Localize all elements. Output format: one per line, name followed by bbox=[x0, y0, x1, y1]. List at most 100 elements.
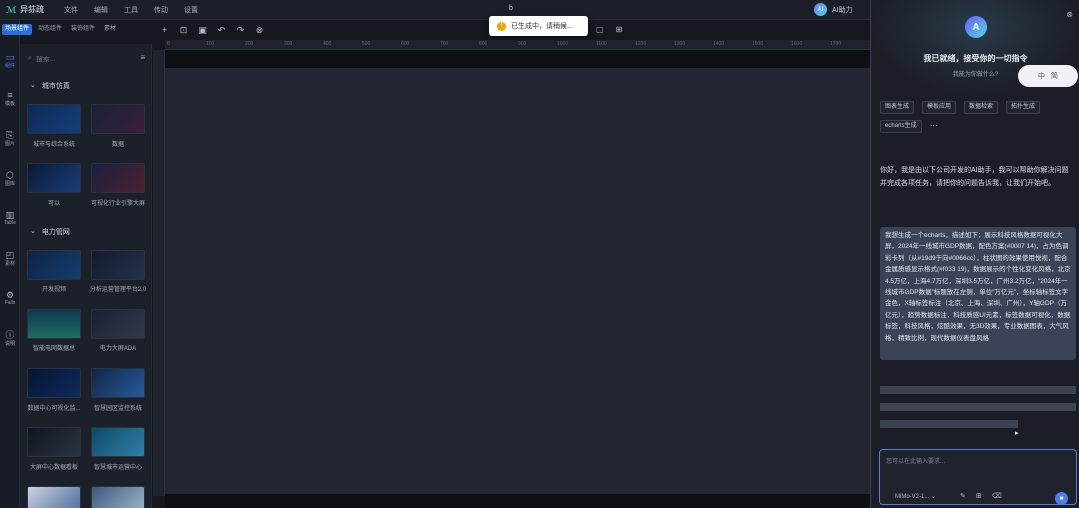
lang-simplified[interactable]: 简 bbox=[1051, 71, 1058, 81]
tab-decor-components[interactable]: 装饰组件 bbox=[68, 24, 98, 35]
save-icon[interactable]: ⊡ bbox=[174, 25, 193, 36]
ruler-tick-label: 1600 bbox=[791, 41, 803, 47]
model-select[interactable]: MiMo-V2-1... ⌄ bbox=[895, 493, 936, 500]
rail-materials[interactable]: ◰ 素材 bbox=[0, 250, 20, 267]
template-thumb[interactable] bbox=[91, 104, 145, 134]
language-toggle[interactable]: 中 简 bbox=[1018, 65, 1078, 87]
rail-fails[interactable]: ⚙ Fails bbox=[0, 290, 20, 306]
menu-file[interactable]: 文件 bbox=[56, 5, 86, 15]
ruler-tick-label: 1000 bbox=[557, 41, 569, 47]
thumb-label: 分析运营管理平台2.0 bbox=[89, 287, 147, 293]
tab-dynamic-components[interactable]: 动态组件 bbox=[35, 24, 65, 35]
app-logo[interactable]: ℳ 异荪疏 bbox=[0, 4, 56, 15]
add-icon[interactable]: + bbox=[155, 25, 174, 35]
ruler-tick-label: 900 bbox=[518, 41, 527, 47]
menu-icon[interactable]: ≡ bbox=[140, 53, 145, 62]
info-icon: ⓘ bbox=[5, 330, 15, 340]
ruler-tick-label: 1200 bbox=[635, 41, 647, 47]
monitor-icon: ▭ bbox=[5, 52, 15, 62]
top-bar: ℳ 异荪疏 文件 编辑 工具 传动 设置 b AI AI助力 bbox=[0, 0, 870, 20]
ai-assist-button[interactable]: AI AI助力 bbox=[814, 3, 853, 16]
user-message: 我想生成一个echarts，描述如下：展示科技风格数据可视化大屏，2024年一线… bbox=[880, 227, 1076, 360]
ruler-tick-label: 700 bbox=[440, 41, 449, 47]
menu-drive[interactable]: 传动 bbox=[146, 5, 176, 15]
tab-materials[interactable]: 素材 bbox=[101, 24, 119, 35]
rail-templates[interactable]: ≡ 模板 bbox=[0, 90, 20, 107]
search-box[interactable]: ⌕ bbox=[28, 52, 136, 66]
list-icon: ≡ bbox=[7, 90, 13, 100]
design-canvas[interactable] bbox=[165, 68, 870, 496]
frame-icon[interactable]: ▢ bbox=[596, 25, 604, 34]
search-input[interactable] bbox=[35, 55, 126, 63]
template-thumb[interactable] bbox=[91, 368, 145, 398]
menu-tools[interactable]: 工具 bbox=[116, 5, 146, 15]
app-name: 异荪疏 bbox=[20, 5, 44, 14]
rail-info[interactable]: ⓘ 说明 bbox=[0, 330, 20, 347]
clear-icon[interactable]: ⊗ bbox=[250, 25, 269, 36]
chip-topology[interactable]: 拓扑生成 bbox=[1006, 101, 1041, 114]
chip-chart-gen[interactable]: 图表生成 bbox=[880, 101, 915, 114]
ai-greeting: 我已就绪，接受你的一切指令 bbox=[923, 54, 1028, 63]
ai-assistant-panel: A ⊗ 我已就绪，接受你的一切指令 我能为你做什么? 中 简 图表生成 模板应用… bbox=[870, 0, 1079, 508]
ai-assist-label: AI助力 bbox=[832, 6, 853, 14]
ai-logo-icon: A bbox=[965, 16, 987, 38]
close-icon[interactable]: ⊗ bbox=[1066, 10, 1073, 19]
chat-input-box[interactable]: MiMo-V2-1... ⌄ ✎ ⊞ ⌫ ■ bbox=[879, 449, 1077, 505]
template-thumb[interactable] bbox=[91, 486, 145, 508]
app-window: ℳ 异荪疏 文件 编辑 工具 传动 设置 b AI AI助力 ▭ 组件 ≡ 模板 ⎘… bbox=[0, 0, 1079, 508]
undo-icon[interactable]: ↶ bbox=[212, 25, 231, 36]
more-icon[interactable]: ··· bbox=[930, 120, 938, 133]
ruler-tick-label: 1700 bbox=[830, 41, 842, 47]
quick-actions: 图表生成 模板应用 数据检索 拓扑生成 echarts生成 ··· bbox=[880, 101, 1076, 133]
template-thumb[interactable] bbox=[91, 427, 145, 457]
template-thumb[interactable] bbox=[27, 250, 81, 280]
menu-edit[interactable]: 编辑 bbox=[86, 5, 116, 15]
ruler-tick-label: 100 bbox=[206, 41, 215, 47]
cube-icon: ⬡ bbox=[6, 170, 14, 180]
template-thumb[interactable] bbox=[91, 250, 145, 280]
template-thumb[interactable] bbox=[27, 104, 81, 134]
chevron-down-icon: ⌄ bbox=[30, 82, 36, 89]
gear-icon: ⚙ bbox=[5, 290, 15, 300]
export-icon[interactable]: ▣ bbox=[193, 25, 212, 36]
thumb-label: 可视化行业引擎大屏 bbox=[90, 201, 145, 207]
rail-library[interactable]: ⬡ 图库 bbox=[0, 170, 20, 187]
chip-template[interactable]: 模板应用 bbox=[922, 101, 957, 114]
tab-scene-components[interactable]: 场景组件 bbox=[2, 24, 33, 35]
template-thumb[interactable] bbox=[27, 486, 81, 508]
template-thumb[interactable] bbox=[91, 163, 145, 193]
redo-icon[interactable]: ↷ bbox=[231, 25, 250, 36]
component-panel: ⌕ ≡ ⌄城市仿真 城市与综合系统 数据 可以 可视化行业引擎大屏 ⌄电力管网 … bbox=[20, 44, 152, 508]
chat-input[interactable] bbox=[886, 456, 1072, 476]
template-thumb[interactable] bbox=[27, 163, 81, 193]
ruler-tick-label: 300 bbox=[284, 41, 293, 47]
ruler-tick-label: 200 bbox=[245, 41, 254, 47]
lang-zh[interactable]: 中 bbox=[1038, 71, 1045, 81]
group-city-sim[interactable]: ⌄ 城市仿真 bbox=[30, 81, 70, 91]
stop-button[interactable]: ■ bbox=[1055, 492, 1068, 505]
loading-skeleton bbox=[880, 386, 1076, 394]
attach-icon[interactable]: ⊞ bbox=[976, 492, 982, 500]
rail-table[interactable]: ▥ Table bbox=[0, 210, 20, 226]
search-icon: ⌕ bbox=[28, 55, 32, 62]
template-thumb[interactable] bbox=[27, 368, 81, 398]
grid-icon[interactable]: ⊞ bbox=[616, 25, 623, 34]
chip-data-search[interactable]: 数据检索 bbox=[964, 101, 999, 114]
loading-toast: ! 已生成中，请稍候... bbox=[489, 16, 588, 36]
chip-echarts[interactable]: echarts生成 bbox=[880, 120, 922, 133]
template-thumb[interactable] bbox=[27, 427, 81, 457]
image-icon: ⎘ bbox=[6, 130, 14, 140]
left-icon-rail: ▭ 组件 ≡ 模板 ⎘ 图片 ⬡ 图库 ▥ Table ◰ 素材 ⚙ Fails ⓘ 说明 bbox=[0, 20, 20, 508]
template-thumb[interactable] bbox=[27, 309, 81, 339]
template-thumb[interactable] bbox=[91, 309, 145, 339]
toast-text: 已生成中，请稍候... bbox=[511, 23, 573, 30]
edit-icon[interactable]: ✎ bbox=[960, 492, 966, 500]
canvas-footer-strip bbox=[165, 494, 870, 508]
ruler-tick-label: 1300 bbox=[674, 41, 686, 47]
rail-components[interactable]: ▭ 组件 bbox=[0, 52, 20, 69]
chevron-down-icon: ⌄ bbox=[30, 228, 36, 235]
rail-images[interactable]: ⎘ 图片 bbox=[0, 130, 20, 147]
group-power-grid[interactable]: ⌄ 电力管网 bbox=[30, 227, 70, 237]
eraser-icon[interactable]: ⌫ bbox=[992, 492, 1002, 500]
menu-settings[interactable]: 设置 bbox=[176, 5, 206, 15]
